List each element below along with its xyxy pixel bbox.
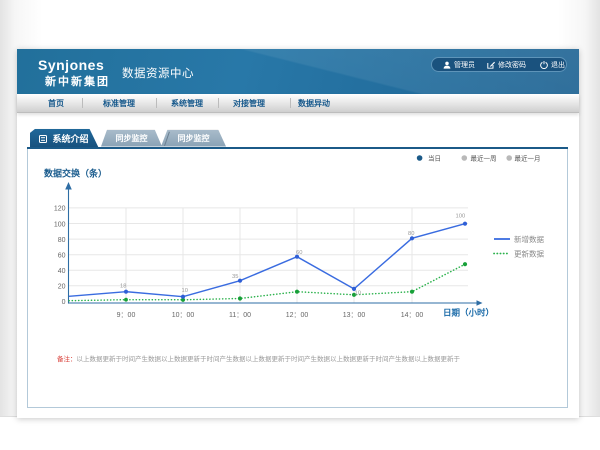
svg-text:10: 10 xyxy=(355,291,361,297)
svg-text:14：00: 14：00 xyxy=(401,312,424,319)
svg-text:更新数据: 更新数据 xyxy=(514,248,544,258)
svg-text:60: 60 xyxy=(58,253,66,260)
svg-text:10: 10 xyxy=(182,288,188,294)
svg-text:13：00: 13：00 xyxy=(343,312,366,319)
svg-text:12：00: 12：00 xyxy=(286,312,309,319)
svg-text:80: 80 xyxy=(58,237,66,244)
svg-text:数据交换（条）: 数据交换（条） xyxy=(44,168,107,179)
svg-text:0: 0 xyxy=(62,299,66,306)
svg-text:100: 100 xyxy=(54,221,66,228)
svg-text:120: 120 xyxy=(54,206,66,213)
svg-text:80: 80 xyxy=(408,231,414,237)
svg-text:20: 20 xyxy=(58,284,66,291)
svg-text:日期（小时）: 日期（小时） xyxy=(443,308,494,318)
svg-text:最近一月: 最近一月 xyxy=(515,153,541,162)
svg-text:10：00: 10：00 xyxy=(172,312,195,319)
svg-text:最近一周: 最近一周 xyxy=(471,153,497,162)
svg-text:11：00: 11：00 xyxy=(229,312,251,319)
svg-text:60: 60 xyxy=(296,250,302,256)
svg-text:35: 35 xyxy=(232,274,238,280)
svg-text:18: 18 xyxy=(120,284,126,290)
svg-text:当日: 当日 xyxy=(428,153,441,162)
svg-text:9：00: 9：00 xyxy=(117,312,136,319)
svg-text:新增数据: 新增数据 xyxy=(514,234,544,244)
svg-text:40: 40 xyxy=(58,268,66,275)
svg-text:100: 100 xyxy=(456,214,466,220)
